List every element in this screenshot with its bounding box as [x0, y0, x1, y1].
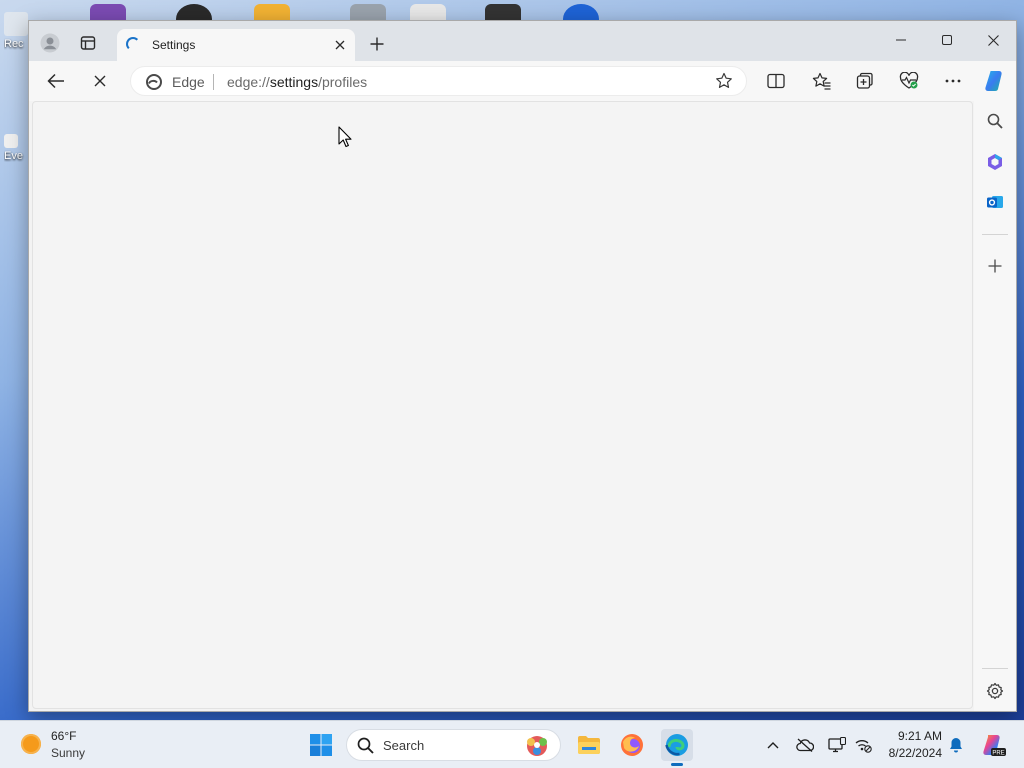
active-app-indicator: [671, 763, 683, 766]
tab-actions-icon: [80, 36, 96, 50]
maximize-icon: [942, 35, 952, 45]
settings-and-more-button[interactable]: [938, 66, 968, 96]
outlook-icon: [987, 196, 1003, 208]
taskbar-edge[interactable]: [661, 729, 693, 761]
minimize-button[interactable]: [878, 25, 924, 55]
microsoft-365-icon: [988, 154, 1002, 170]
desktop-icon-label: Eve: [4, 150, 23, 162]
page-content: [32, 101, 973, 709]
collections-button[interactable]: [850, 66, 880, 96]
more-horizontal-icon: [945, 79, 961, 83]
tab-actions-button[interactable]: [74, 29, 102, 57]
taskbar: 66°F Sunny Search 9:21 AM 8/22/2024 PRE: [0, 720, 1024, 768]
folder-icon: [578, 736, 600, 754]
url-host: settings: [269, 74, 319, 90]
title-bar: Settings: [29, 21, 1016, 61]
arrow-left-icon: [47, 73, 64, 89]
search-icon: [987, 113, 1003, 129]
cloud-offline-icon: [796, 738, 814, 752]
sidebar-separator: [982, 668, 1008, 669]
copilot-button[interactable]: [979, 66, 1009, 96]
toolbar: Edge edge://settings/profiles: [29, 61, 1016, 101]
taskbar-copilot-button[interactable]: PRE: [976, 729, 1010, 761]
url-text[interactable]: edge://settings/profiles: [227, 74, 367, 90]
windows-logo-icon: [310, 734, 332, 756]
loading-spinner-icon: [126, 37, 140, 51]
profile-button[interactable]: [36, 29, 64, 57]
shortcut-icon: [4, 134, 18, 148]
split-screen-icon: [767, 73, 785, 89]
favorites-icon: [812, 72, 830, 90]
tab-title: Settings: [152, 38, 196, 52]
weather-temperature: 66°F: [51, 729, 77, 743]
taskbar-search[interactable]: Search: [346, 729, 561, 761]
copilot-preview-badge: PRE: [992, 750, 1004, 756]
taskbar-file-explorer[interactable]: [573, 729, 605, 761]
favorites-button[interactable]: [806, 66, 836, 96]
close-icon: [987, 34, 999, 46]
chevron-up-icon: [767, 742, 779, 749]
minimize-icon: [896, 39, 906, 41]
heart-pulse-icon: [899, 72, 919, 89]
clock-time: 9:21 AM: [897, 729, 942, 743]
copilot-icon: [985, 71, 1002, 91]
sidebar-add-button[interactable]: [980, 251, 1010, 281]
close-window-button[interactable]: [970, 25, 1016, 55]
stop-loading-button[interactable]: [85, 66, 115, 96]
sidebar-m365-button[interactable]: [980, 147, 1010, 177]
add-favorite-star-icon[interactable]: [715, 72, 733, 90]
edge-sidebar: [974, 101, 1016, 711]
recycle-bin-icon: [4, 12, 28, 36]
desktop-top-icons: [90, 0, 630, 22]
clock-date: 8/22/2024: [888, 746, 942, 760]
notifications-button[interactable]: [945, 734, 967, 756]
sidebar-customize-button[interactable]: [980, 676, 1010, 706]
display-tray-button[interactable]: [826, 734, 848, 756]
monitor-icon: [828, 737, 846, 753]
plus-icon: [370, 37, 384, 51]
address-divider: [213, 74, 214, 90]
search-icon: [357, 737, 374, 754]
sun-icon: [21, 734, 41, 754]
maximize-button[interactable]: [924, 25, 970, 55]
search-placeholder: Search: [383, 738, 425, 753]
close-icon: [335, 40, 345, 50]
new-tab-button[interactable]: [363, 30, 391, 58]
url-path: /profiles: [318, 74, 368, 90]
taskbar-firefox[interactable]: [616, 729, 648, 761]
tab-settings[interactable]: Settings: [117, 29, 355, 61]
bell-icon: [950, 738, 962, 753]
start-button[interactable]: [305, 729, 337, 761]
edge-icon: [665, 734, 688, 756]
firefox-icon: [621, 734, 643, 756]
gear-icon: [986, 682, 1004, 700]
edge-logo-icon: [146, 74, 162, 90]
browser-essentials-button[interactable]: [894, 66, 924, 96]
back-button[interactable]: [41, 66, 71, 96]
close-icon: [94, 75, 106, 87]
search-highlight-icon: [527, 736, 547, 756]
site-identity-label: Edge: [172, 74, 205, 90]
browser-window: Settings Edge edge://settings/profiles: [28, 20, 1017, 712]
desktop-icon-shortcut[interactable]: Eve: [4, 134, 30, 162]
network-tray-button[interactable]: [852, 734, 874, 756]
collections-icon: [856, 72, 873, 89]
desktop-icon-label: Rec: [4, 38, 24, 50]
url-scheme: edge://: [227, 74, 270, 90]
mouse-cursor-icon: [338, 126, 352, 148]
address-bar[interactable]: Edge edge://settings/profiles: [130, 66, 747, 96]
show-hidden-icons-button[interactable]: [762, 734, 784, 756]
profile-icon: [40, 33, 60, 53]
sidebar-separator: [982, 234, 1008, 235]
sidebar-search-button[interactable]: [980, 106, 1010, 136]
sidebar-outlook-button[interactable]: [980, 187, 1010, 217]
split-screen-button[interactable]: [761, 66, 791, 96]
weather-condition: Sunny: [51, 746, 86, 760]
desktop-icon-recycle-bin[interactable]: Rec: [4, 12, 30, 50]
onedrive-tray-button[interactable]: [794, 734, 816, 756]
network-icon: [855, 740, 872, 753]
plus-icon: [988, 259, 1002, 273]
copilot-icon: PRE: [983, 735, 1006, 756]
tab-close-button[interactable]: [331, 36, 349, 54]
